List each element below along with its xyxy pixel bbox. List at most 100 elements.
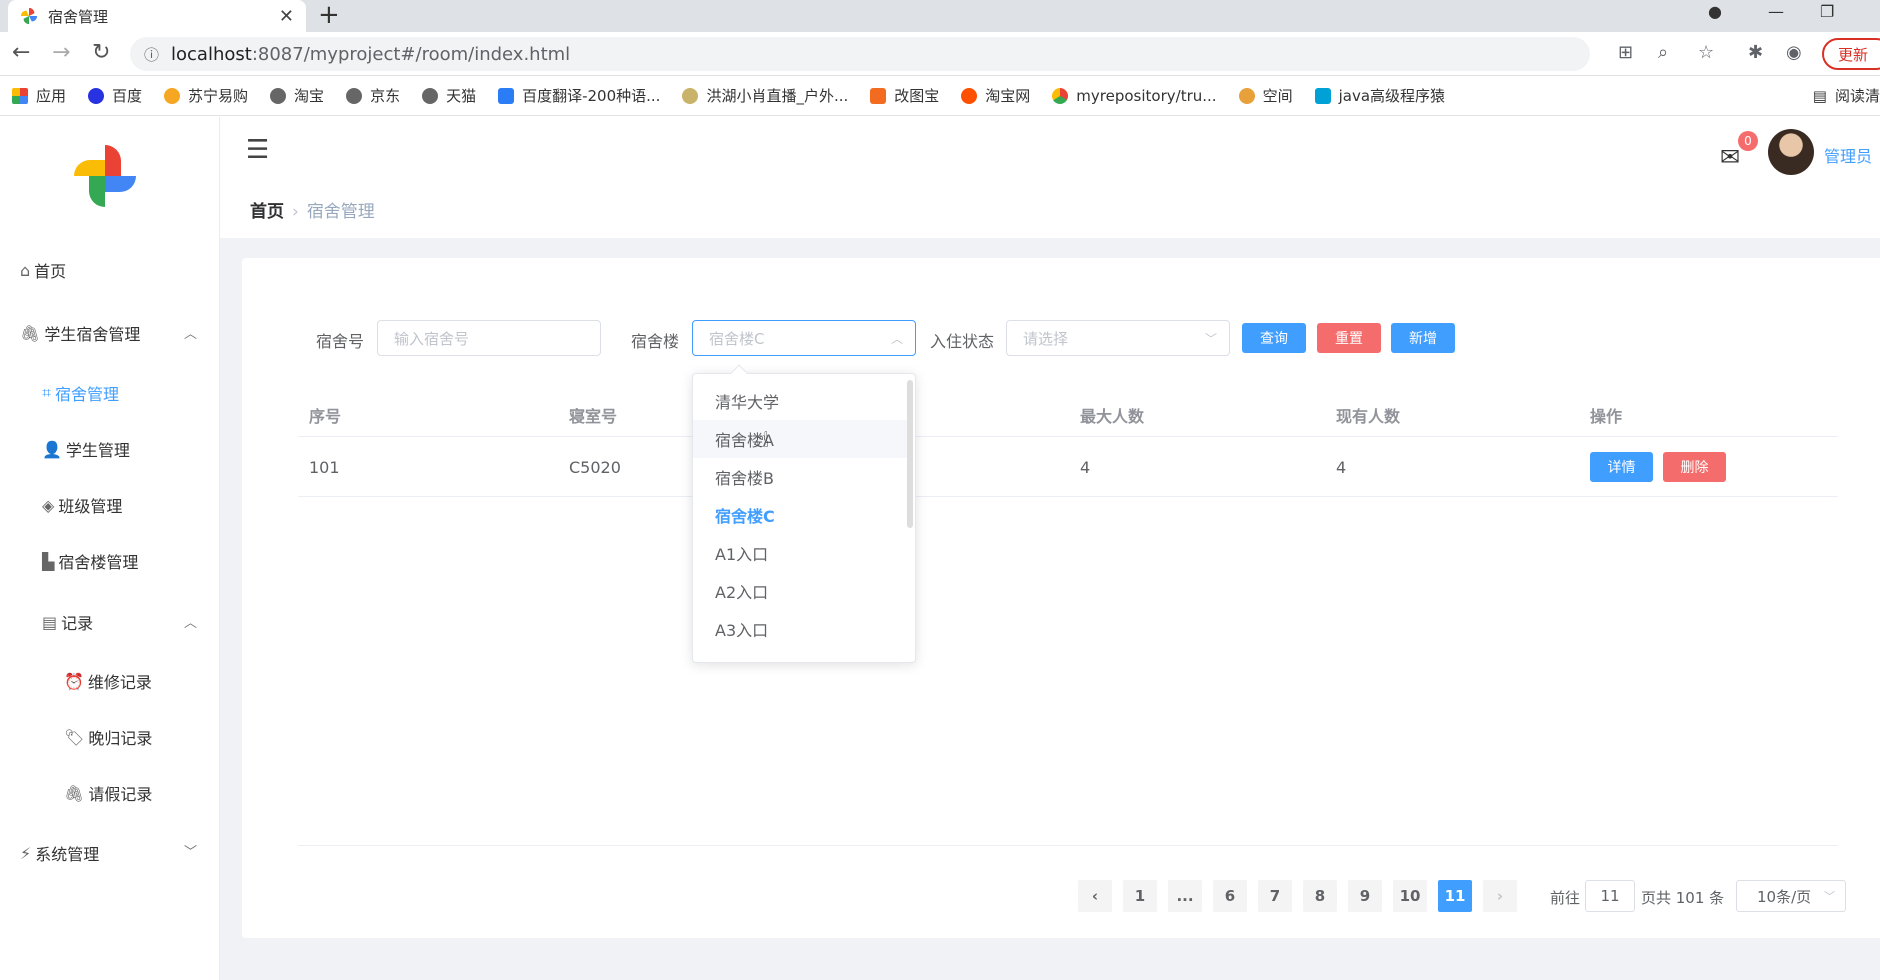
- suning-icon: [164, 87, 181, 104]
- menu-building-management[interactable]: ▙ 宿舍楼管理: [42, 549, 138, 573]
- url-field[interactable]: ⓘ localhost:8087/myproject#/room/index.h…: [130, 37, 1590, 71]
- restore-icon[interactable]: ❐: [1820, 2, 1834, 21]
- menu-home[interactable]: ⌂ 首页: [20, 258, 66, 282]
- extensions-icon[interactable]: ✱: [1748, 42, 1763, 63]
- reload-icon[interactable]: ↻: [92, 40, 110, 65]
- menu-late-return-records[interactable]: 🏷 晚归记录: [64, 725, 152, 749]
- dropdown-option-selected[interactable]: 宿舍楼C: [693, 496, 907, 534]
- menu-class-management[interactable]: ◈ 班级管理: [42, 493, 122, 517]
- chevron-down-icon[interactable]: ﹀: [184, 841, 197, 860]
- building-label: 宿舍楼: [631, 332, 680, 351]
- menu-toggle-icon[interactable]: ☰: [246, 135, 269, 165]
- reset-button[interactable]: 重置: [1317, 323, 1381, 353]
- dropdown-option[interactable]: A1入口: [693, 534, 907, 572]
- dropdown-scrollbar[interactable]: [907, 380, 913, 528]
- bookmark-repo[interactable]: myrepository/tru...: [1052, 87, 1217, 105]
- menu-label: 宿舍管理: [55, 385, 120, 404]
- bookmark-apps[interactable]: 应用: [12, 85, 66, 106]
- account-icon[interactable]: ◉: [1786, 42, 1802, 63]
- breadcrumb-home[interactable]: 首页: [250, 202, 284, 222]
- chevron-up-icon[interactable]: ︿: [184, 323, 197, 342]
- bookmark-java[interactable]: java高级程序猿: [1314, 85, 1445, 106]
- dropdown-option[interactable]: 清华大学: [693, 382, 907, 420]
- star-icon[interactable]: ☆: [1698, 42, 1714, 63]
- page-button[interactable]: 7: [1258, 880, 1292, 912]
- info-icon[interactable]: ⓘ: [144, 44, 159, 65]
- translate-icon[interactable]: ⊞: [1618, 42, 1633, 63]
- column-header-actions: 操作: [1590, 407, 1623, 426]
- dropdown-option[interactable]: A2入口: [693, 572, 907, 610]
- url-path: :8087/myproject#/room/index.html: [251, 43, 571, 65]
- building-select[interactable]: 宿舍楼C ︿: [692, 320, 916, 356]
- page-button-current[interactable]: 11: [1438, 880, 1472, 912]
- bookmark-live[interactable]: 洪湖小肖直播_户外...: [682, 85, 848, 106]
- bookmark-suning[interactable]: 苏宁易购: [164, 85, 248, 106]
- dropdown-option[interactable]: 宿舍楼B: [693, 458, 907, 496]
- total-count-text: 页共 101 条: [1641, 889, 1725, 907]
- page-button[interactable]: 10: [1393, 880, 1427, 912]
- status-select-placeholder: 请选择: [1023, 329, 1069, 348]
- cell-room: C5020: [569, 458, 621, 477]
- page-button[interactable]: 1: [1123, 880, 1157, 912]
- status-select[interactable]: 请选择 ﹀: [1006, 320, 1230, 356]
- page-button[interactable]: 8: [1303, 880, 1337, 912]
- goto-label: 前往: [1550, 889, 1581, 907]
- username[interactable]: 管理员: [1824, 143, 1872, 167]
- browser-tab-bar: 宿舍管理 ✕ + ● — ❐: [0, 0, 1880, 32]
- page-size-value: 10条/页: [1757, 887, 1812, 906]
- close-tab-icon[interactable]: ✕: [279, 6, 294, 27]
- next-page-icon[interactable]: ›: [1483, 880, 1517, 912]
- query-button[interactable]: 查询: [1242, 323, 1306, 353]
- chevron-up-icon[interactable]: ︿: [184, 612, 197, 631]
- goto-page-input[interactable]: 11: [1585, 880, 1635, 912]
- menu-student-management[interactable]: 👤 学生管理: [42, 437, 130, 461]
- page-button[interactable]: 6: [1213, 880, 1247, 912]
- bookmark-taobaowang[interactable]: 淘宝网: [961, 85, 1030, 106]
- profile-menu-icon[interactable]: ●: [1708, 2, 1722, 21]
- zoom-icon[interactable]: ⌕: [1658, 42, 1668, 63]
- delete-button[interactable]: 删除: [1663, 452, 1726, 482]
- menu-records[interactable]: ▤ 记录: [42, 610, 200, 634]
- prev-page-icon[interactable]: ‹: [1078, 880, 1112, 912]
- reading-list[interactable]: ▤ 阅读清: [1813, 85, 1880, 106]
- crop-icon: ⌗: [42, 383, 52, 402]
- detail-button[interactable]: 详情: [1590, 452, 1653, 482]
- column-header-index: 序号: [309, 407, 342, 426]
- home-icon: ⌂: [20, 260, 31, 280]
- page-button[interactable]: 9: [1348, 880, 1382, 912]
- dropdown-option[interactable]: A3入口: [693, 610, 907, 648]
- new-tab-icon[interactable]: +: [318, 2, 340, 28]
- bookmark-fanyi[interactable]: 百度翻译-200种语...: [498, 85, 660, 106]
- avatar[interactable]: [1768, 129, 1814, 175]
- chrome-icon: [1052, 87, 1069, 104]
- dropdown-option-hovered[interactable]: 宿舍楼A: [693, 420, 907, 458]
- update-button[interactable]: 更新: [1822, 38, 1880, 70]
- browser-tab[interactable]: 宿舍管理 ✕: [8, 0, 306, 32]
- menu-dorm-management[interactable]: 🖇 学生宿舍管理: [20, 321, 200, 345]
- minimize-icon[interactable]: —: [1768, 2, 1784, 21]
- bookmark-tmall[interactable]: 天猫: [422, 85, 476, 106]
- menu-leave-records[interactable]: 🖇 请假记录: [64, 781, 152, 805]
- mail-icon[interactable]: ✉: [1720, 143, 1740, 171]
- page-ellipsis[interactable]: ...: [1168, 880, 1202, 912]
- menu-system-management[interactable]: ⚡ 系统管理: [20, 841, 200, 865]
- breadcrumb-current: 宿舍管理: [306, 202, 375, 222]
- content-card: [242, 258, 1880, 938]
- column-header-current: 现有人数: [1336, 407, 1401, 426]
- bookmark-space[interactable]: 空间: [1238, 85, 1293, 106]
- bookmark-baidu[interactable]: 百度: [88, 85, 142, 106]
- bookmark-taobao[interactable]: 淘宝: [270, 85, 324, 106]
- add-button[interactable]: 新增: [1391, 323, 1455, 353]
- forward-icon[interactable]: →: [52, 40, 70, 65]
- bookmark-label: 空间: [1262, 87, 1293, 105]
- back-icon[interactable]: ←: [12, 40, 30, 65]
- user-icon: 👤: [42, 439, 62, 459]
- menu-repair-records[interactable]: ⏰ 维修记录: [64, 669, 152, 693]
- menu-room-management[interactable]: ⌗ 宿舍管理: [42, 381, 119, 405]
- menu-label: 请假记录: [88, 785, 153, 804]
- bookmark-jd[interactable]: 京东: [346, 85, 400, 106]
- image-tool-icon: [870, 87, 887, 104]
- page-size-select[interactable]: 10条/页 ﹀: [1736, 880, 1846, 912]
- bookmark-gaitubao[interactable]: 改图宝: [870, 85, 939, 106]
- room-number-input[interactable]: 输入宿舍号: [377, 320, 601, 356]
